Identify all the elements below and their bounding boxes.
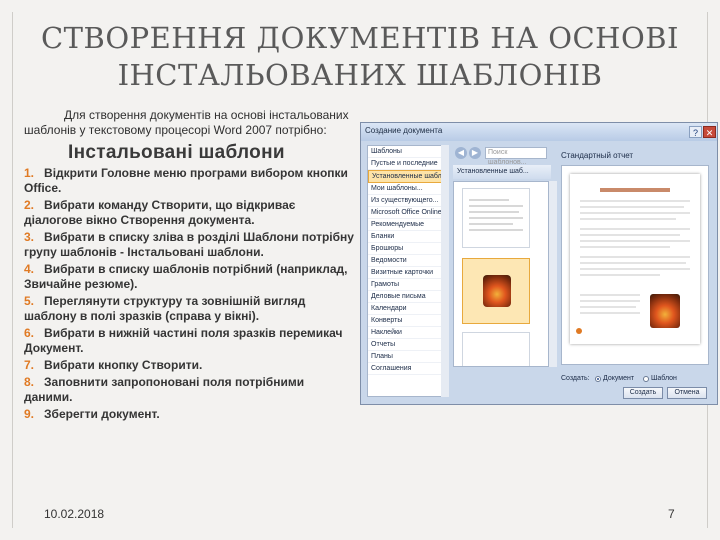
- radio-document[interactable]: [595, 376, 601, 382]
- nav-item[interactable]: Соглашения: [368, 363, 448, 375]
- preview-bullet-dot: [576, 328, 582, 334]
- radio-document-label: Документ: [603, 375, 635, 382]
- dialog-titlebar: Создание документа ? ✕: [361, 123, 717, 141]
- step-text: Вибрати команду Створити, що відкриває д…: [24, 198, 296, 227]
- step-item: 5. Переглянути структуру та зовнішній ви…: [24, 294, 354, 324]
- template-gallery: [453, 181, 549, 367]
- dialog-toolbar: ◀ ▶ Поиск шаблонов...: [453, 145, 553, 166]
- section-heading: Інстальовані шаблони: [68, 142, 285, 163]
- help-icon[interactable]: ?: [689, 126, 702, 138]
- nav-item[interactable]: Рекомендуемые: [368, 219, 448, 231]
- template-thumbnail[interactable]: [462, 188, 530, 248]
- template-preview: [561, 165, 709, 365]
- create-label: Создать:: [561, 375, 590, 382]
- step-number: 8.: [24, 375, 35, 389]
- back-icon[interactable]: ◀: [455, 147, 467, 159]
- step-item: 4. Вибрати в списку шаблонів потрібний (…: [24, 262, 354, 292]
- categories-scrollbar[interactable]: [441, 145, 449, 397]
- cancel-button[interactable]: Отмена: [667, 387, 707, 399]
- close-icon[interactable]: ✕: [703, 126, 716, 138]
- nav-item[interactable]: Из существующего...: [368, 195, 448, 207]
- nav-item-selected[interactable]: Установленные шаблоны: [368, 170, 448, 183]
- nav-item[interactable]: Грамоты: [368, 279, 448, 291]
- step-number: 4.: [24, 262, 35, 276]
- nav-item[interactable]: Microsoft Office Online: [368, 207, 448, 219]
- nav-item[interactable]: Визитные карточки: [368, 267, 448, 279]
- step-number: 2.: [24, 198, 35, 212]
- template-categories-list: Шаблоны Пустые и последние Установленные ш…: [367, 145, 449, 397]
- radio-template[interactable]: [643, 376, 649, 382]
- step-number: 7.: [24, 358, 35, 372]
- step-text: Відкрити Головне меню програми вибором к…: [24, 166, 348, 195]
- preview-title: Стандартный отчет: [561, 151, 634, 160]
- nav-item[interactable]: Деловые письма: [368, 291, 448, 303]
- slide: СТВОРЕННЯ ДОКУМЕНТІВ НА ОСНОВІ ІНСТАЛЬОВ…: [0, 0, 720, 540]
- tulip-image: [483, 275, 511, 307]
- template-thumbnail-selected[interactable]: [462, 258, 530, 324]
- nav-item[interactable]: Ведомости: [368, 255, 448, 267]
- step-number: 1.: [24, 166, 35, 180]
- preview-page: [570, 174, 700, 344]
- nav-item[interactable]: Конверты: [368, 315, 448, 327]
- slide-body: Для створення документів на основі інста…: [24, 108, 354, 424]
- step-text: Вибрати в нижній частині поля зразків пе…: [24, 326, 343, 355]
- nav-item[interactable]: Наклейки: [368, 327, 448, 339]
- step-item: 1. Відкрити Головне меню програми виборо…: [24, 166, 354, 196]
- step-item: 7. Вибрати кнопку Створити.: [24, 358, 354, 373]
- nav-item[interactable]: Календари: [368, 303, 448, 315]
- nav-item[interactable]: Пустые и последние: [368, 158, 448, 170]
- nav-item[interactable]: Отчеты: [368, 339, 448, 351]
- step-number: 3.: [24, 230, 35, 244]
- slide-title-line-2: ІНСТАЛЬОВАНИХ ШАБЛОНІВ: [117, 58, 603, 92]
- preview-tulip-image: [650, 294, 680, 328]
- step-text: Вибрати в списку шаблонів потрібний (нап…: [24, 262, 348, 291]
- nav-item[interactable]: Планы: [368, 351, 448, 363]
- slide-title-line-1: СТВОРЕННЯ ДОКУМЕНТІВ НА ОСНОВІ: [40, 21, 680, 55]
- create-options: Создать: Документ Шаблон Создать Отмена: [561, 371, 711, 401]
- step-item: 3. Вибрати в списку зліва в розділі Шабл…: [24, 230, 354, 260]
- step-text: Вибрати в списку зліва в розділі Шаблони…: [24, 230, 354, 259]
- dialog-screenshot: Создание документа ? ✕ Шаблоны Пустые и п…: [360, 122, 718, 405]
- step-item: 8. Заповнити запропоновані поля потрібни…: [24, 375, 354, 405]
- step-number: 9.: [24, 407, 35, 421]
- nav-item[interactable]: Бланки: [368, 231, 448, 243]
- nav-item[interactable]: Мои шаблоны...: [368, 183, 448, 195]
- create-button[interactable]: Создать: [623, 387, 663, 399]
- category-heading: Установленные шаб...: [453, 165, 551, 179]
- slide-date: 10.02.2018: [44, 507, 105, 521]
- step-text: Зберегти документ.: [44, 407, 160, 421]
- template-thumbnail[interactable]: [462, 332, 530, 366]
- step-number: 5.: [24, 294, 35, 308]
- radio-template-label: Шаблон: [651, 375, 677, 382]
- step-text: Заповнити запропоновані поля потрібними …: [24, 375, 305, 404]
- steps-list: 1. Відкрити Головне меню програми виборо…: [24, 166, 354, 422]
- step-number: 6.: [24, 326, 35, 340]
- intro-paragraph: Для створення документів на основі інста…: [24, 108, 349, 137]
- template-search-input[interactable]: Поиск шаблонов...: [485, 147, 547, 166]
- gallery-scrollbar[interactable]: [549, 181, 557, 367]
- forward-icon[interactable]: ▶: [469, 147, 481, 159]
- nav-item[interactable]: Шаблоны: [368, 146, 448, 158]
- step-text: Вибрати кнопку Створити.: [44, 358, 203, 372]
- step-item: 6. Вибрати в нижній частині поля зразків…: [24, 326, 354, 356]
- step-text: Переглянути структуру та зовнішній вигля…: [24, 294, 306, 323]
- step-item: 9. Зберегти документ.: [24, 407, 354, 422]
- nav-item[interactable]: Брошюры: [368, 243, 448, 255]
- dialog-title: Создание документа: [365, 126, 443, 135]
- slide-page-number: 7: [668, 507, 675, 521]
- step-item: 2. Вибрати команду Створити, що відкрива…: [24, 198, 354, 228]
- slide-title: СТВОРЕННЯ ДОКУМЕНТІВ НА ОСНОВІ ІНСТАЛЬОВ…: [0, 20, 720, 94]
